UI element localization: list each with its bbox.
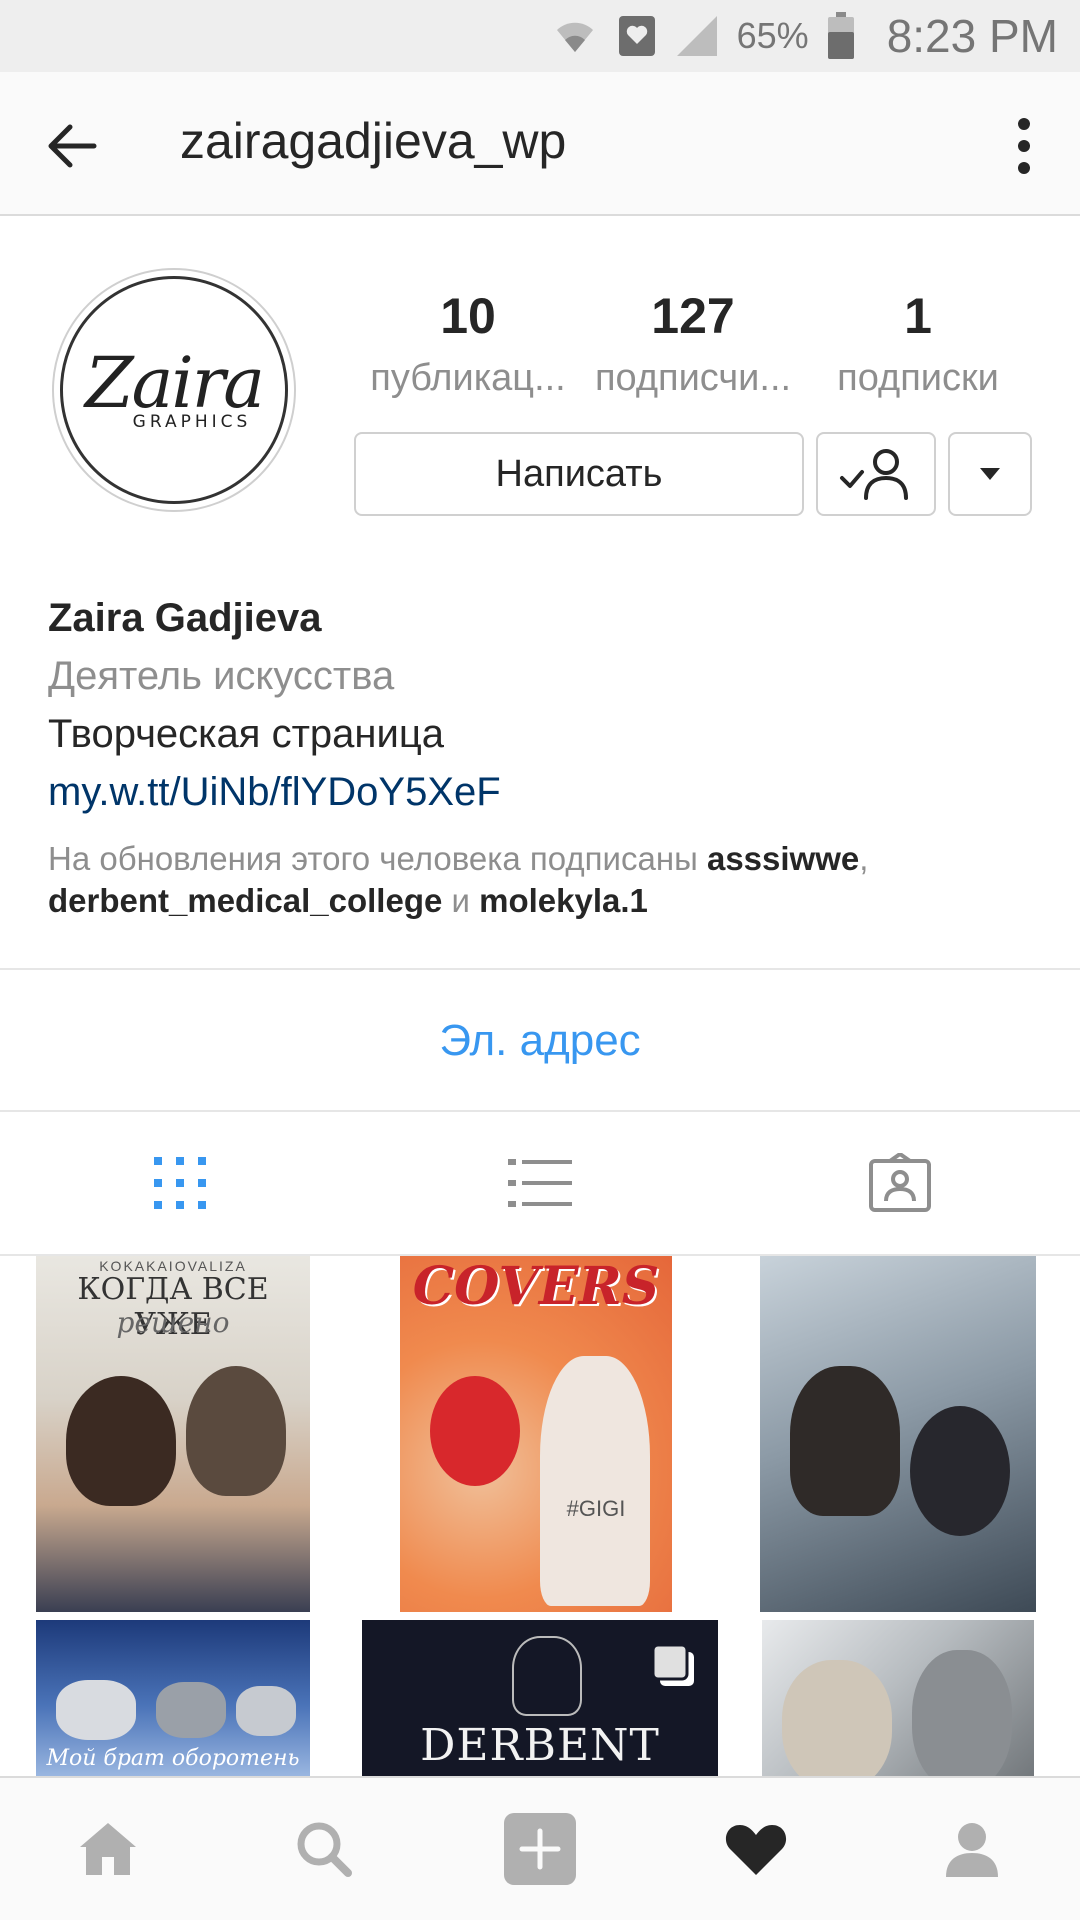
post-thumbnail[interactable]: Мой брат оборотень bbox=[36, 1620, 310, 1776]
wifi-icon bbox=[551, 12, 599, 60]
followed-by-prefix: На обновления этого человека подписаны bbox=[48, 840, 698, 877]
stat-following-label: подписки bbox=[837, 357, 999, 399]
following-button[interactable] bbox=[816, 432, 936, 516]
add-post-icon bbox=[504, 1813, 576, 1885]
post-thumbnail[interactable]: DERBENT bbox=[362, 1620, 718, 1776]
post-subtitle: решено bbox=[116, 1306, 230, 1339]
post-figure bbox=[66, 1376, 176, 1506]
stat-posts-label: публикац... bbox=[370, 357, 566, 399]
tab-tagged[interactable] bbox=[720, 1112, 1080, 1254]
post-thumbnail[interactable]: COVERS #GIGI bbox=[400, 1256, 672, 1612]
status-bar: 65% 8:23 PM bbox=[0, 0, 1080, 72]
post-figure bbox=[782, 1660, 892, 1776]
followed-by-user[interactable]: molekyla.1 bbox=[479, 882, 648, 919]
avatar-logo: Zaira GRAPHICS bbox=[60, 276, 288, 504]
tab-grid[interactable] bbox=[0, 1112, 360, 1254]
nav-home[interactable] bbox=[48, 1789, 168, 1909]
bottom-nav bbox=[0, 1776, 1080, 1920]
post-figure bbox=[430, 1376, 520, 1486]
back-arrow-icon[interactable] bbox=[40, 114, 104, 178]
post-figure bbox=[790, 1366, 900, 1516]
followed-by-user[interactable]: derbent_medical_college bbox=[48, 882, 442, 919]
post-figure bbox=[540, 1356, 650, 1606]
nav-new-post[interactable] bbox=[480, 1789, 600, 1909]
post-figure bbox=[56, 1680, 136, 1740]
profile-icon bbox=[946, 1823, 998, 1877]
nav-profile[interactable] bbox=[912, 1789, 1032, 1909]
profile-name: Zaira Gadjieva bbox=[48, 596, 322, 640]
tagged-icon bbox=[869, 1153, 931, 1212]
stat-following[interactable]: 1 подписки bbox=[818, 286, 1018, 404]
profile-description: Творческая страница bbox=[48, 712, 444, 756]
signal-icon bbox=[675, 14, 719, 58]
profile-link[interactable]: my.w.tt/UiNb/flYDoY5XeF bbox=[48, 764, 1048, 820]
stat-posts[interactable]: 10 публикац... bbox=[356, 286, 580, 404]
post-thumbnail[interactable] bbox=[760, 1256, 1036, 1612]
nav-search[interactable] bbox=[264, 1789, 384, 1909]
followed-by-separator: , bbox=[859, 840, 869, 877]
page-title-username: zairagadjieva_wp bbox=[180, 113, 567, 169]
post-badge: #GIGI bbox=[566, 1496, 626, 1521]
dropdown-arrow-icon bbox=[980, 468, 1000, 480]
search-icon bbox=[297, 1822, 352, 1877]
battery-icon bbox=[827, 12, 855, 60]
home-icon bbox=[80, 1823, 136, 1875]
post-thumbnail[interactable]: KOKAKAIOVALIZA КОГДА ВСЕ УЖЕ решено bbox=[36, 1256, 310, 1612]
battery-percent: 65% bbox=[736, 15, 809, 56]
post-figure bbox=[186, 1366, 286, 1496]
suggestions-dropdown-button[interactable] bbox=[948, 432, 1032, 516]
avatar-logo-script: Zaira bbox=[85, 342, 265, 424]
notification-heart-icon bbox=[617, 14, 657, 58]
post-thumbnail[interactable] bbox=[762, 1620, 1034, 1776]
avatar[interactable]: Zaira GRAPHICS bbox=[52, 268, 296, 512]
stat-posts-value: 10 bbox=[440, 288, 496, 344]
profile-tabs bbox=[0, 1112, 1080, 1256]
post-caption: Мой брат оборотень bbox=[46, 1746, 300, 1771]
followed-by-user[interactable]: asssiwwe bbox=[707, 840, 859, 877]
email-contact-label: Эл. адрес bbox=[439, 1016, 641, 1065]
profile-category: Деятель искусства bbox=[48, 654, 395, 698]
post-title: COVERS bbox=[412, 1256, 660, 1317]
post-title: DERBENT bbox=[420, 1720, 660, 1771]
followed-by[interactable]: На обновления этого человека подписаны a… bbox=[48, 838, 1048, 922]
following-check-icon bbox=[840, 449, 908, 500]
post-figure bbox=[156, 1682, 226, 1738]
tab-list[interactable] bbox=[360, 1112, 720, 1254]
app-bar: zairagadjieva_wp bbox=[0, 72, 1080, 216]
posts-grid: KOKAKAIOVALIZA КОГДА ВСЕ УЖЕ решено COVE… bbox=[0, 1256, 1080, 1776]
stat-followers-label: подписчи... bbox=[594, 357, 792, 399]
more-options-icon[interactable] bbox=[1004, 114, 1044, 178]
post-figure bbox=[236, 1686, 296, 1736]
followed-by-and: и bbox=[451, 882, 470, 919]
multiple-photos-icon bbox=[650, 1642, 698, 1695]
email-contact-button[interactable]: Эл. адрес bbox=[0, 970, 1080, 1112]
clock: 8:23 PM bbox=[886, 10, 1058, 62]
post-figure bbox=[910, 1406, 1010, 1536]
stat-followers[interactable]: 127 подписчи... bbox=[580, 286, 806, 404]
heart-icon bbox=[725, 1825, 787, 1875]
avatar-logo-sub: GRAPHICS bbox=[132, 412, 252, 432]
post-figure bbox=[512, 1636, 582, 1716]
grid-icon bbox=[154, 1157, 206, 1209]
list-icon bbox=[508, 1159, 572, 1207]
stat-following-value: 1 bbox=[904, 288, 932, 344]
post-figure bbox=[912, 1650, 1012, 1776]
nav-activity[interactable] bbox=[696, 1789, 816, 1909]
stat-followers-value: 127 bbox=[651, 288, 735, 344]
message-button[interactable]: Написать bbox=[354, 432, 804, 516]
profile-bio: Zaira Gadjieva Деятель искусства Творчес… bbox=[48, 590, 1048, 922]
